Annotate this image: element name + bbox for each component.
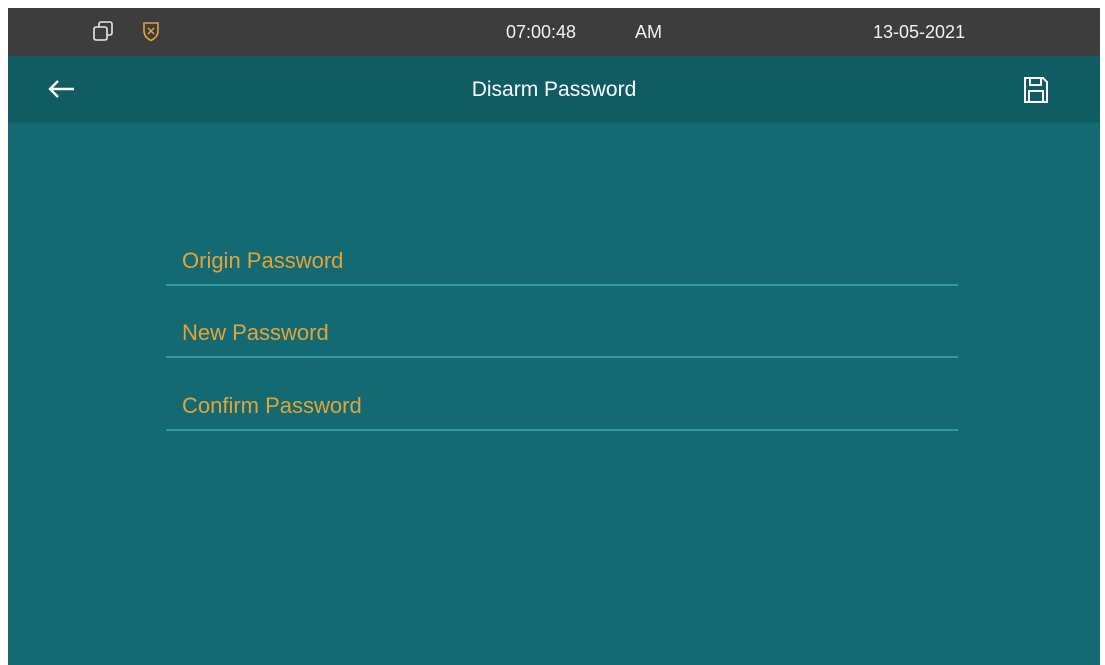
confirm-password-field[interactable]: Confirm Password bbox=[166, 381, 958, 431]
status-ampm: AM bbox=[635, 22, 662, 42]
new-password-field[interactable]: New Password bbox=[166, 308, 958, 358]
save-icon bbox=[1020, 77, 1052, 110]
status-date: 13-05-2021 bbox=[873, 22, 966, 42]
device-screen: 07:00:48 AM 13-05-2021 Disarm Password O… bbox=[8, 8, 1100, 665]
new-password-label: New Password bbox=[182, 320, 329, 345]
shield-alarm-icon bbox=[140, 20, 162, 42]
back-button[interactable] bbox=[42, 72, 86, 106]
multi-window-icon bbox=[92, 20, 114, 42]
page-title: Disarm Password bbox=[471, 78, 637, 101]
back-arrow-icon bbox=[42, 80, 86, 110]
confirm-password-label: Confirm Password bbox=[182, 393, 362, 418]
save-button[interactable] bbox=[1020, 74, 1052, 106]
origin-password-label: Origin Password bbox=[182, 248, 344, 273]
status-time: 07:00:48 bbox=[506, 22, 577, 42]
origin-password-field[interactable]: Origin Password bbox=[166, 236, 958, 286]
title-bar: Disarm Password bbox=[8, 56, 1100, 123]
status-bar: 07:00:48 AM 13-05-2021 bbox=[8, 8, 1100, 56]
